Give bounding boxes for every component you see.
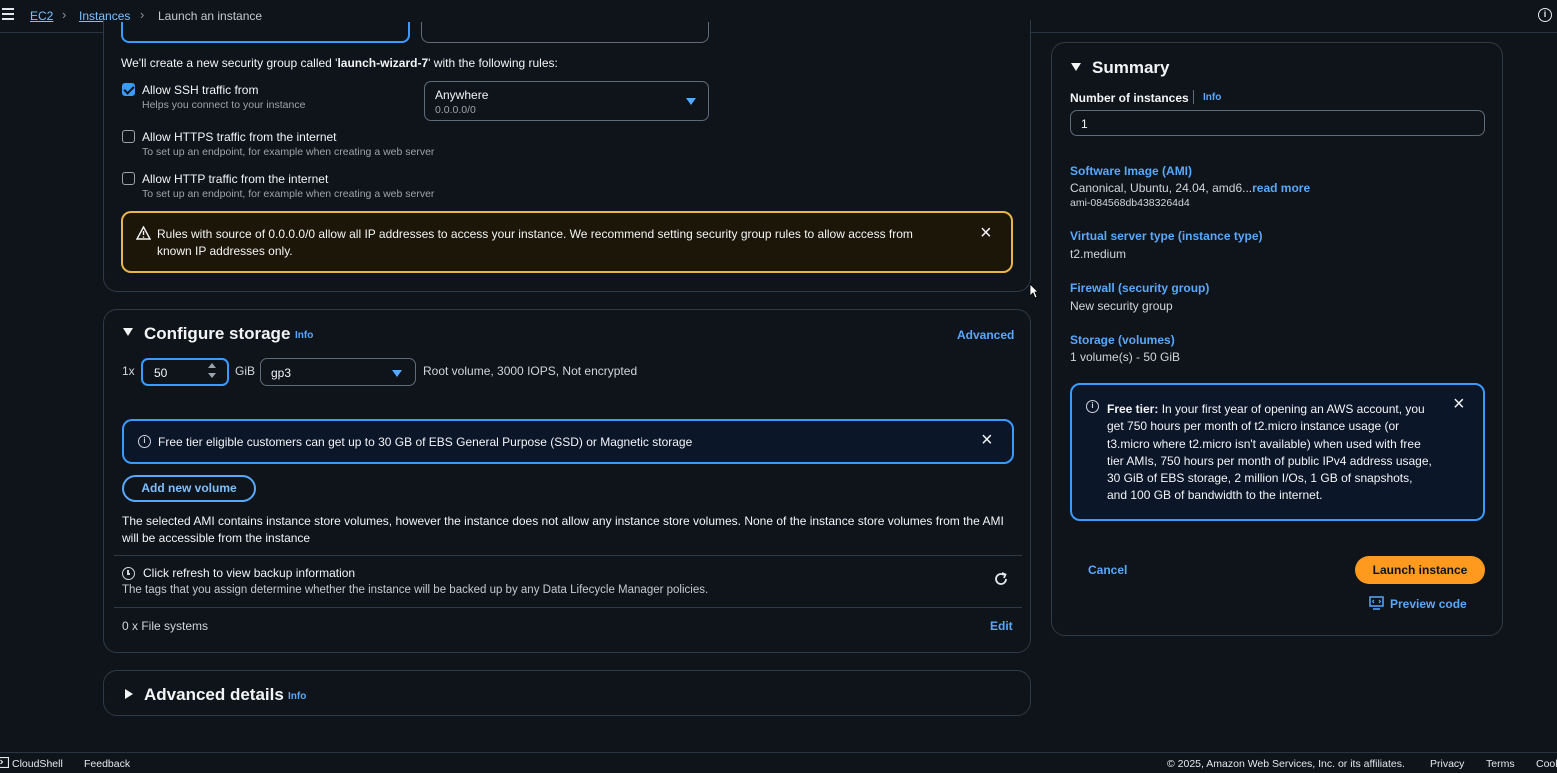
cloudshell-link[interactable]: CloudShell	[12, 758, 63, 770]
instance-type-label[interactable]: Virtual server type (instance type)	[1070, 229, 1263, 243]
cookie-preferences-link[interactable]: Cookie preferences	[1536, 758, 1557, 770]
preview-code-button[interactable]: Preview code	[1390, 597, 1467, 611]
ami-id: ami-084568db4383264d4	[1070, 197, 1190, 209]
copyright-text: © 2025, Amazon Web Services, Inc. or its…	[1167, 758, 1405, 770]
volume-type-value: gp3	[271, 366, 292, 380]
cancel-button[interactable]: Cancel	[1088, 563, 1127, 577]
ami-value: Canonical, Ubuntu, 24.04, amd6...read mo…	[1070, 181, 1311, 195]
volume-description: Root volume, 3000 IOPS, Not encrypted	[423, 364, 638, 378]
advanced-details-panel[interactable]: Advanced details Info	[103, 670, 1031, 716]
expand-caret-icon[interactable]	[125, 689, 133, 699]
ssh-checkbox[interactable]	[122, 83, 135, 96]
divider	[114, 555, 1022, 556]
breadcrumb-ec2[interactable]: EC2	[30, 9, 53, 23]
feedback-link[interactable]: Feedback	[84, 758, 130, 770]
backup-title: Click refresh to view backup information	[143, 566, 356, 580]
ssh-rule-label: Allow SSH traffic from	[142, 83, 259, 97]
ssh-source-value: Anywhere	[435, 88, 489, 102]
num-instances-label: Number of instances	[1070, 91, 1189, 105]
num-instances-value: 1	[1081, 117, 1088, 131]
volume-size-input[interactable]: 50	[141, 358, 229, 386]
warning-icon	[136, 226, 151, 240]
storage-info-link[interactable]: Info	[295, 330, 313, 341]
storage-advanced-link[interactable]: Advanced	[957, 328, 1014, 342]
add-new-volume-button[interactable]: Add new volume	[122, 475, 256, 502]
storage-title: Configure storage	[144, 324, 291, 343]
http-checkbox[interactable]	[122, 172, 135, 185]
ssh-rule-help: Helps you connect to your instance	[142, 99, 306, 111]
advanced-details-info-link[interactable]: Info	[288, 691, 306, 702]
advanced-details-title: Advanced details	[144, 685, 284, 704]
https-checkbox[interactable]	[122, 130, 135, 143]
security-group-option-existing[interactable]	[421, 22, 709, 43]
close-icon[interactable]: ×	[1453, 393, 1465, 416]
collapse-caret-icon[interactable]	[123, 328, 133, 336]
summary-title: Summary	[1092, 58, 1170, 77]
warning-text: Rules with source of 0.0.0.0/0 allow all…	[157, 227, 913, 258]
instance-store-note: The selected AMI contains instance store…	[122, 514, 1004, 545]
ssh-source-cidr: 0.0.0.0/0	[435, 104, 476, 116]
storage-value: 1 volume(s) - 50 GiB	[1070, 350, 1181, 364]
mouse-cursor-icon	[1029, 283, 1039, 299]
close-icon[interactable]: ×	[981, 429, 993, 452]
console-footer: CloudShell Feedback © 2025, Amazon Web S…	[0, 752, 1557, 773]
ssh-source-select[interactable]: Anywhere 0.0.0.0/0	[424, 81, 709, 121]
caret-down-icon	[686, 98, 696, 105]
divider	[1193, 90, 1194, 104]
firewall-label[interactable]: Firewall (security group)	[1070, 281, 1209, 295]
read-more-link[interactable]: read more	[1252, 181, 1310, 195]
free-tier-storage-text: Free tier eligible customers can get up …	[158, 435, 693, 449]
instance-type-value: t2.medium	[1070, 247, 1127, 261]
info-circle-icon: i	[138, 435, 151, 448]
refresh-icon[interactable]	[993, 571, 1009, 587]
free-tier-info-box: i Free tier: In your first year of openi…	[1070, 383, 1485, 521]
firewall-value: New security group	[1070, 299, 1173, 313]
stepper-down-icon[interactable]	[208, 373, 216, 378]
storage-label[interactable]: Storage (volumes)	[1070, 333, 1175, 347]
num-instances-info-link[interactable]: Info	[1203, 92, 1221, 103]
free-tier-text: Free tier: In your first year of opening…	[1107, 402, 1432, 503]
open-source-warning: Rules with source of 0.0.0.0/0 allow all…	[121, 211, 1013, 273]
terms-link[interactable]: Terms	[1486, 758, 1515, 770]
preview-code-icon	[1369, 596, 1384, 610]
launch-instance-button[interactable]: Launch instance	[1355, 556, 1485, 584]
volume-type-select[interactable]: gp3	[260, 358, 416, 386]
clock-icon	[122, 567, 135, 580]
backup-subtext: The tags that you assign determine wheth…	[122, 584, 709, 596]
info-circle-icon: i	[1086, 400, 1099, 413]
free-tier-storage-note: i Free tier eligible customers can get u…	[122, 419, 1014, 464]
security-group-option-create[interactable]	[121, 22, 410, 43]
https-rule-label: Allow HTTPS traffic from the internet	[142, 130, 337, 144]
configure-storage-panel: Configure storage Info Advanced 1x 50 Gi…	[103, 309, 1031, 653]
security-group-notice: We'll create a new security group called…	[121, 56, 558, 70]
file-systems-count: 0 x File systems	[122, 619, 209, 633]
http-rule-help: To set up an endpoint, for example when …	[142, 188, 435, 200]
http-rule-label: Allow HTTP traffic from the internet	[142, 172, 329, 186]
volume-unit: GiB	[235, 364, 256, 378]
divider	[114, 607, 1022, 608]
menu-icon[interactable]	[2, 8, 14, 23]
close-icon[interactable]: ×	[980, 222, 992, 245]
info-icon[interactable]: i	[1538, 8, 1552, 22]
chevron-right-icon: ›	[62, 7, 67, 22]
num-instances-input[interactable]: 1	[1070, 110, 1485, 136]
https-rule-help: To set up an endpoint, for example when …	[142, 146, 435, 158]
collapse-caret-icon[interactable]	[1071, 63, 1081, 71]
volume-size-value: 50	[154, 366, 168, 380]
stepper-up-icon[interactable]	[208, 363, 216, 368]
caret-down-icon	[392, 370, 402, 377]
volume-count: 1x	[122, 364, 135, 378]
summary-panel: Summary Number of instances Info 1 Softw…	[1051, 42, 1503, 636]
ami-label[interactable]: Software Image (AMI)	[1070, 164, 1192, 178]
file-systems-edit-link[interactable]: Edit	[990, 619, 1013, 633]
cloudshell-icon	[0, 757, 9, 768]
privacy-link[interactable]: Privacy	[1430, 758, 1464, 770]
